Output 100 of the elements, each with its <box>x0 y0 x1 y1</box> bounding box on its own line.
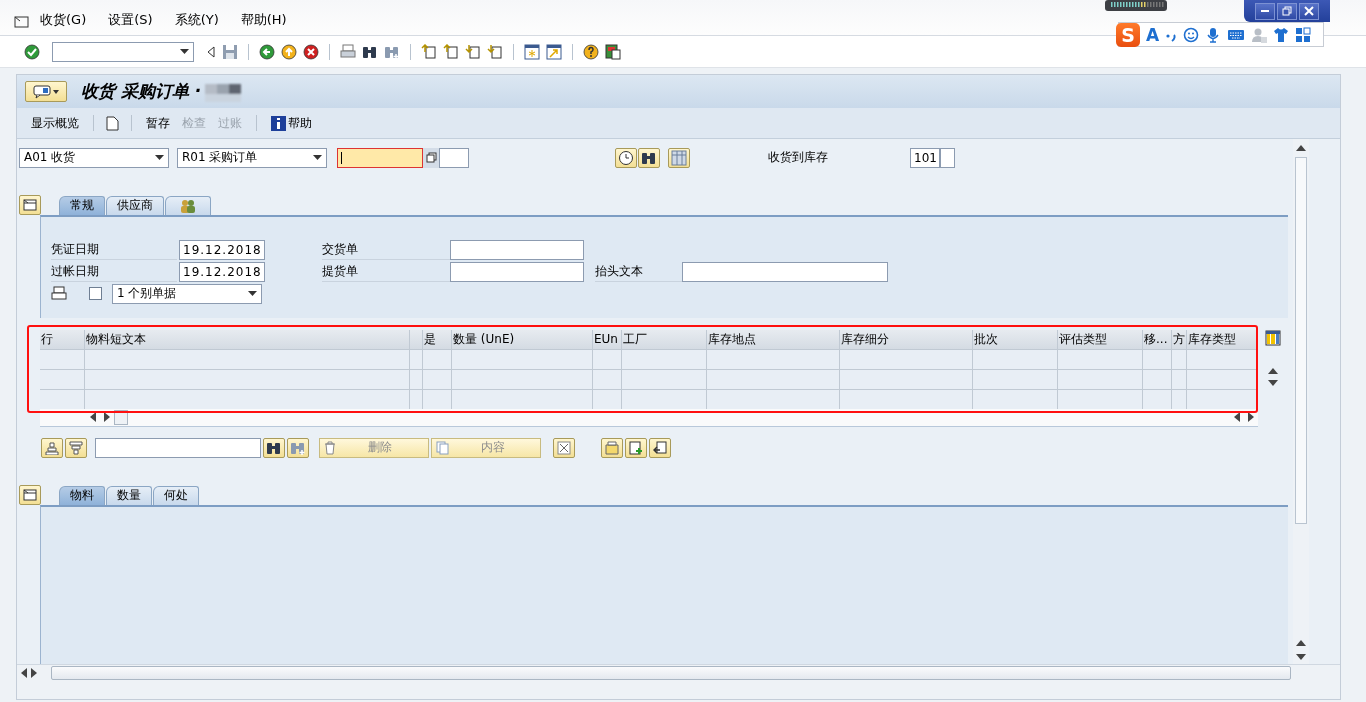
toolbar-button[interactable]: 显示概览 <box>29 114 81 132</box>
column-header[interactable]: 批次 <box>973 329 1058 349</box>
table-cell[interactable] <box>85 388 410 409</box>
menu-item[interactable]: 系统(Y) <box>174 11 219 29</box>
column-header[interactable]: 库存细分 <box>840 329 973 349</box>
scroll-up-icon[interactable] <box>1296 640 1306 646</box>
input-field[interactable] <box>439 147 469 168</box>
table-cell[interactable] <box>593 368 622 389</box>
next-page-icon[interactable] <box>465 43 481 60</box>
table-cell[interactable] <box>622 348 707 369</box>
save-icon[interactable] <box>222 43 238 60</box>
folder-button[interactable] <box>601 437 623 458</box>
new-document-icon[interactable] <box>106 115 119 131</box>
column-header[interactable]: 物料短文本 <box>85 329 410 349</box>
table-cell[interactable] <box>973 388 1058 409</box>
table-cell[interactable] <box>1058 388 1143 409</box>
copy-button[interactable] <box>423 147 439 168</box>
menu-icon[interactable] <box>14 15 30 29</box>
dropdown-field[interactable]: 1 个别单据 <box>112 283 262 304</box>
table-cell[interactable] <box>840 348 973 369</box>
menu-item[interactable]: 设置(S) <box>108 11 153 29</box>
table-cell[interactable] <box>1143 388 1172 409</box>
column-header[interactable]: 库存地点 <box>707 329 840 349</box>
tab[interactable]: 物料 <box>59 485 105 505</box>
enter-icon[interactable] <box>24 43 40 60</box>
search-field[interactable] <box>95 437 261 458</box>
dropdown-field[interactable]: R01 采购订单 <box>177 147 327 168</box>
column-header[interactable]: 库存类型 <box>1187 329 1258 349</box>
tab[interactable] <box>165 195 211 215</box>
shortcut-icon[interactable] <box>546 43 562 60</box>
help-icon[interactable] <box>583 43 599 60</box>
scrollbar-thumb[interactable] <box>51 666 1291 680</box>
help-button[interactable]: 帮助 <box>269 114 314 132</box>
restore-button[interactable] <box>1277 2 1297 20</box>
movement-type-field[interactable]: 101 <box>910 147 940 168</box>
back-icon[interactable] <box>259 43 275 60</box>
tab[interactable]: 数量 <box>106 485 152 505</box>
table-cell[interactable] <box>707 388 840 409</box>
column-settings-icon[interactable] <box>1265 329 1281 346</box>
column-header[interactable]: EUn <box>593 329 622 349</box>
close-button[interactable] <box>1299 2 1319 20</box>
scroll-left-icon[interactable] <box>21 668 27 678</box>
transfer-button[interactable] <box>649 437 671 458</box>
table-cell[interactable] <box>622 388 707 409</box>
checkbox[interactable] <box>89 287 102 301</box>
command-field[interactable] <box>52 41 194 62</box>
sort-ascending-button[interactable] <box>41 437 63 458</box>
filter-button[interactable] <box>65 437 87 458</box>
new-window-icon[interactable] <box>524 43 540 60</box>
panel-toggle-button[interactable] <box>19 194 41 215</box>
add-row-button[interactable] <box>625 437 647 458</box>
table-cell[interactable] <box>622 368 707 389</box>
table-cell[interactable] <box>423 388 452 409</box>
scroll-right-icon[interactable] <box>31 668 37 678</box>
scroll-right-icon[interactable] <box>1248 412 1254 423</box>
grid-icon[interactable] <box>1295 26 1312 43</box>
table-cell[interactable] <box>1143 348 1172 369</box>
table-cell[interactable] <box>452 348 593 369</box>
scroll-left-icon[interactable] <box>1234 412 1240 423</box>
tab[interactable]: 供应商 <box>106 195 164 215</box>
screen-options-button[interactable] <box>25 81 67 102</box>
table-cell[interactable] <box>423 348 452 369</box>
shirt-icon[interactable] <box>1273 26 1290 43</box>
cancel-icon[interactable] <box>303 43 319 60</box>
table-cell[interactable] <box>40 368 85 389</box>
table-cell[interactable] <box>40 348 85 369</box>
table-cell[interactable] <box>452 388 593 409</box>
scroll-up-icon[interactable] <box>1296 145 1306 151</box>
expand-button[interactable] <box>553 437 575 458</box>
scrollbar-thumb[interactable] <box>1295 157 1307 525</box>
column-header[interactable]: 移... <box>1143 329 1172 349</box>
table-cell[interactable] <box>452 368 593 389</box>
input-field[interactable] <box>450 261 584 282</box>
date-field[interactable]: 19.12.2018 <box>179 239 265 260</box>
table-cell[interactable] <box>85 348 410 369</box>
scroll-right-icon[interactable] <box>104 412 110 423</box>
toolbar-button[interactable]: 暂存 <box>144 114 172 132</box>
execute-button[interactable] <box>615 147 637 168</box>
table-cell[interactable] <box>1058 368 1143 389</box>
column-header[interactable]: 是 <box>423 329 452 349</box>
table-cell[interactable] <box>840 388 973 409</box>
panel-toggle-button[interactable] <box>19 484 41 505</box>
printer-icon[interactable] <box>340 43 356 60</box>
user-icon[interactable] <box>1251 26 1268 43</box>
menu-item[interactable]: 收货(G) <box>40 11 87 29</box>
menu-item[interactable]: 帮助(H) <box>240 11 287 29</box>
column-header[interactable]: 行 <box>40 329 85 349</box>
tab[interactable]: 常规 <box>59 195 105 215</box>
dropdown-field[interactable]: A01 收货 <box>19 147 169 168</box>
scroll-down-icon[interactable] <box>1268 379 1278 386</box>
scroll-up-icon[interactable] <box>1268 367 1278 374</box>
table-cell[interactable] <box>707 368 840 389</box>
collapse-triangle-icon[interactable] <box>206 44 216 59</box>
exit-icon[interactable] <box>281 43 297 60</box>
table-cell[interactable] <box>707 348 840 369</box>
tab[interactable]: 何处 <box>153 485 199 505</box>
grid-button[interactable] <box>668 147 690 168</box>
document-number-field[interactable] <box>337 147 423 168</box>
table-cell[interactable] <box>840 368 973 389</box>
input-field[interactable] <box>450 239 584 260</box>
